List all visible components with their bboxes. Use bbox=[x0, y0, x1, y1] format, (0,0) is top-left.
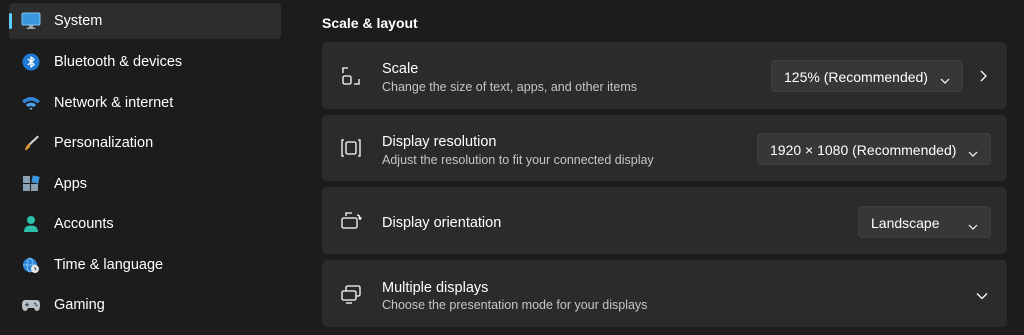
sidebar-item-label: Network & internet bbox=[54, 95, 174, 111]
sidebar-item-time-language[interactable]: Time & language bbox=[9, 247, 281, 283]
section-title: Scale & layout bbox=[322, 15, 418, 31]
chevron-down-icon bbox=[968, 218, 978, 230]
sidebar-item-label: Gaming bbox=[54, 297, 105, 313]
monitor-icon bbox=[21, 11, 41, 31]
sidebar-item-label: Personalization bbox=[54, 135, 154, 151]
orientation-icon bbox=[340, 210, 362, 232]
sidebar-item-bluetooth[interactable]: Bluetooth & devices bbox=[9, 44, 281, 80]
brush-icon bbox=[21, 133, 41, 153]
person-icon bbox=[21, 214, 41, 234]
scale-dropdown[interactable]: 125% (Recommended) bbox=[771, 60, 963, 92]
multiple-displays-icon bbox=[340, 283, 362, 305]
settings-window: System Bluetooth & devices Network & int… bbox=[0, 0, 1024, 335]
sidebar-item-label: Time & language bbox=[54, 257, 164, 273]
orientation-title: Display orientation bbox=[382, 215, 502, 231]
sidebar-item-system[interactable]: System bbox=[9, 3, 281, 39]
sidebar-item-label: Apps bbox=[54, 176, 88, 192]
resolution-dropdown[interactable]: 1920 × 1080 (Recommended) bbox=[757, 133, 991, 165]
orientation-setting-card: Display orientation Landscape bbox=[322, 187, 1007, 254]
resolution-setting-card: Display resolution Adjust the resolution… bbox=[322, 115, 1007, 181]
sidebar-nav: System Bluetooth & devices Network & int… bbox=[0, 0, 292, 335]
sidebar-item-network[interactable]: Network & internet bbox=[9, 85, 281, 121]
gamepad-icon bbox=[21, 295, 41, 315]
scale-dropdown-value: 125% (Recommended) bbox=[784, 69, 928, 85]
resolution-dropdown-value: 1920 × 1080 (Recommended) bbox=[770, 142, 957, 158]
sidebar-item-accounts[interactable]: Accounts bbox=[9, 206, 281, 242]
orientation-dropdown[interactable]: Landscape bbox=[858, 206, 991, 238]
multiple-displays-title: Multiple displays bbox=[382, 280, 489, 296]
apps-icon bbox=[21, 174, 41, 194]
orientation-dropdown-value: Landscape bbox=[871, 215, 940, 231]
resolution-icon bbox=[340, 137, 362, 159]
sidebar-item-personalization[interactable]: Personalization bbox=[9, 125, 281, 161]
wifi-icon bbox=[21, 93, 41, 113]
chevron-right-icon[interactable] bbox=[977, 69, 989, 83]
resolution-title: Display resolution bbox=[382, 134, 497, 150]
resolution-description: Adjust the resolution to fit your connec… bbox=[382, 153, 654, 167]
sidebar-item-label: System bbox=[54, 13, 103, 29]
globe-clock-icon bbox=[21, 255, 41, 275]
chevron-down-icon[interactable] bbox=[975, 288, 989, 300]
scale-description: Change the size of text, apps, and other… bbox=[382, 80, 638, 94]
sidebar-item-gaming[interactable]: Gaming bbox=[9, 287, 281, 323]
sidebar-item-label: Bluetooth & devices bbox=[54, 54, 183, 70]
multiple-displays-description: Choose the presentation mode for your di… bbox=[382, 298, 648, 312]
bluetooth-icon bbox=[21, 52, 41, 72]
chevron-down-icon bbox=[940, 72, 950, 84]
sidebar-item-apps[interactable]: Apps bbox=[9, 166, 281, 202]
scale-title: Scale bbox=[382, 61, 419, 77]
sidebar-item-label: Accounts bbox=[54, 216, 114, 232]
multiple-displays-setting-card[interactable]: Multiple displays Choose the presentatio… bbox=[322, 260, 1007, 327]
selection-indicator bbox=[9, 13, 12, 29]
scale-icon bbox=[340, 65, 362, 87]
chevron-down-icon bbox=[968, 145, 978, 157]
scale-setting-card[interactable]: Scale Change the size of text, apps, and… bbox=[322, 42, 1007, 109]
